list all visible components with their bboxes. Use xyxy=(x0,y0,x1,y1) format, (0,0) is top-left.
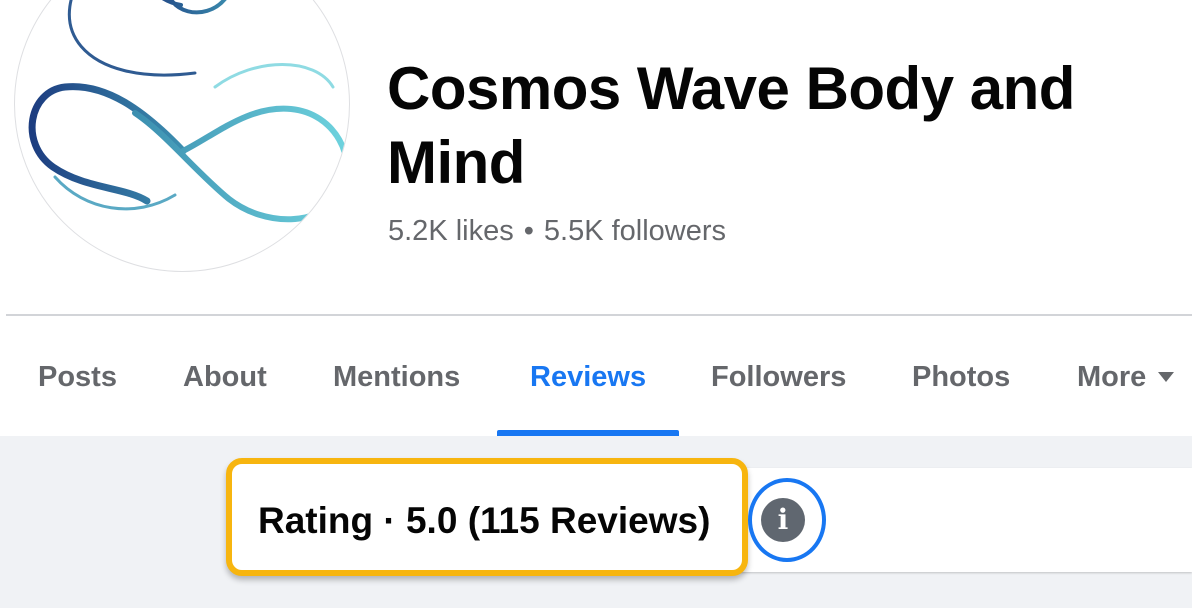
tab-more-label: More xyxy=(1077,361,1147,393)
page-title: Cosmos Wave Body and Mind xyxy=(387,55,1075,196)
page-stats: 5.2K likes • 5.5K followers xyxy=(388,212,726,250)
followers-count[interactable]: 5.5K followers xyxy=(544,215,726,247)
likes-count[interactable]: 5.2K likes xyxy=(388,215,514,247)
caret-down-icon xyxy=(1158,372,1175,382)
page-header: Cosmos Wave Body and Mind 5.2K likes • 5.5… xyxy=(0,0,1192,316)
tab-about[interactable]: About xyxy=(183,316,267,436)
tab-photos[interactable]: Photos xyxy=(912,316,1010,436)
info-icon[interactable]: i xyxy=(761,498,805,542)
tab-reviews[interactable]: Reviews xyxy=(530,316,646,436)
tab-followers[interactable]: Followers xyxy=(711,316,846,436)
tab-more[interactable]: More xyxy=(1077,316,1175,436)
page-tabs: Posts About Mentions Reviews Followers P… xyxy=(0,316,1192,436)
profile-picture[interactable] xyxy=(14,0,350,272)
separator-dot: • xyxy=(523,215,534,247)
infinity-wave-logo xyxy=(28,0,349,223)
facebook-page-header: Cosmos Wave Body and Mind 5.2K likes • 5.5… xyxy=(0,0,1192,608)
tab-posts[interactable]: Posts xyxy=(38,316,117,436)
tab-mentions[interactable]: Mentions xyxy=(333,316,460,436)
rating-summary: Rating · 5.0 (115 Reviews) xyxy=(258,500,711,541)
